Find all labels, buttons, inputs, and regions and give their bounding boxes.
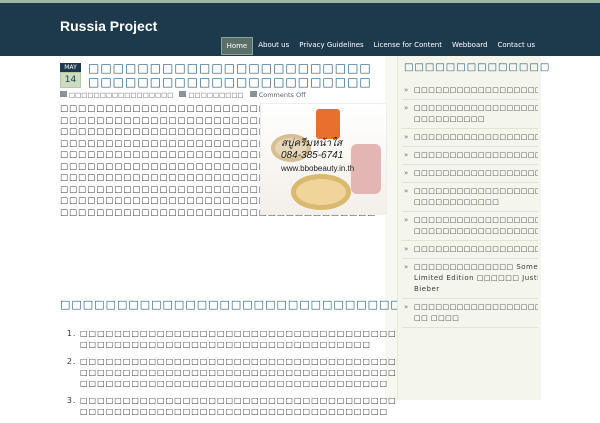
sidebar-item-line: □□ □□□□ xyxy=(414,314,460,322)
author-link[interactable]: □□□□□□□□□□□□□□□□□ xyxy=(69,91,173,99)
post-meta: □□□□□□□□□□□□□□□□□ □□□□□□□□□ Comments Off xyxy=(60,91,385,99)
post-subheading: □□□□□□□□□□□□□□□□□□□□□□□□□□□□□□□□□□□□□□□ xyxy=(60,298,505,311)
list-item-line: □□□□□□□□□□□□□□□□□□□□□□□□□□□□□□□□□□□□ xyxy=(80,407,389,416)
post-content: MAY 14 □□□□□□□□□□□□□□□□□□□□□□□□□□□□□□□□□… xyxy=(60,56,505,416)
sidebar-item-line: □□□□□□□□□□□□□□□□□□□□□□□ xyxy=(414,303,538,311)
folder-icon xyxy=(179,91,187,97)
sidebar-item[interactable]: □□□□□□□□□□□□□□□□□□□□□ xyxy=(402,82,538,100)
list-item-line: □□□□□□□□□□□□□□□□□□□□□□□□□□□□□□□□□□□□□□□□ xyxy=(80,368,397,377)
product-jar-shape xyxy=(291,174,351,210)
product-box-shape xyxy=(316,109,340,139)
sidebar-list: □□□□□□□□□□□□□□□□□□□□□ □□□□□□□□□□□□□□□□□□… xyxy=(402,82,538,328)
post-date-month: MAY xyxy=(60,63,81,72)
sidebar-item[interactable]: □□□□□□□□□□□□□□□□□□□□□□□ xyxy=(402,129,538,147)
comments-status: Comments Off xyxy=(258,91,306,99)
list-item: □□□□□□□□□□□□□□□□□□□□□□□□□□□□□□□□□□□□□□□□… xyxy=(80,356,397,389)
list-item-line: □□□□□□□□□□□□□□□□□□□□□□□□□□□□□□□□□□□□□□□□ xyxy=(80,329,397,338)
sidebar-item-line: Limited Edition □□□□□□ Justin xyxy=(414,274,538,282)
user-icon xyxy=(60,91,67,97)
product-ad-image[interactable]: สบู่ครีมหน้าใส 084-385-6741 www.bbobeaut… xyxy=(260,103,387,215)
category-link[interactable]: □□□□□□□□□ xyxy=(188,91,243,99)
sidebar-item-line: □□□□□□□□□□ xyxy=(414,115,486,123)
list-item-line: □□□□□□□□□□□□□□□□□□□□□□□□□□□□□□□□□□□□□□□□ xyxy=(80,357,397,366)
sidebar-item-line: □□□□□□□□□□□□□□□□□□□□□□□ xyxy=(414,133,538,141)
nav-about-us[interactable]: About us xyxy=(253,37,294,55)
site-header: Russia Project Home About us Privacy Gui… xyxy=(0,3,600,56)
sidebar-title: □□□□□□□□□□□□□□ xyxy=(404,62,551,73)
author-meta: □□□□□□□□□□□□□□□□□ xyxy=(60,91,173,99)
sidebar-item-line: □□□□□□□□□□□□□□□□□□□□□□ xyxy=(414,104,538,112)
site-title[interactable]: Russia Project xyxy=(60,18,157,34)
sidebar-item[interactable]: □□□□□□□□□□□□□□ Someday Limited Edition □… xyxy=(402,259,538,299)
sidebar-item[interactable]: □□□□□□□□□□□□□□□□□□□□ □□□□□□ xyxy=(402,165,538,183)
sidebar-item-line: □□□□□□□□□□□□□□□□□□□□□□□□□ xyxy=(414,187,538,195)
post-date-day: 14 xyxy=(60,72,81,88)
sidebar-item-line: □□□□□□□□□□□□□□□□□□□□□□□□□ xyxy=(414,151,538,159)
sidebar-item-line: □□□□□□□□□□□□□□□□□□□□ □□□□□□ xyxy=(414,169,538,177)
list-item: □□□□□□□□□□□□□□□□□□□□□□□□□□□□□□□□□□□□□□□ … xyxy=(80,395,397,417)
sidebar-item[interactable]: □□□□□□□□□□□□□□□□□□□□□□□? xyxy=(402,241,538,259)
post-title[interactable]: □□□□□□□□□□□□□□□□□□□□□□□□□□□□□□□□□□□□□□□□… xyxy=(88,61,383,89)
sidebar-item-line: Bieber xyxy=(414,285,440,293)
comment-icon xyxy=(249,91,257,97)
ad-text-line: www.bbobeauty.in.th xyxy=(281,164,355,173)
sidebar-item-line: □□□□□□□□□□□□□□ Someday xyxy=(414,263,538,271)
product-bottle-shape xyxy=(351,144,381,194)
main-nav: Home About us Privacy Guidelines License… xyxy=(220,37,540,55)
sidebar-item-line: □□□□□□□□□□□□ xyxy=(414,198,500,206)
sidebar-item[interactable]: □□□□□□□□□□□□□□□□□□□□□□□□□ □□□□□□□□□□□□ xyxy=(402,183,538,212)
comments-meta: Comments Off xyxy=(249,91,306,99)
sidebar-item-line: □□□□□□□□□□□□□□□□□□□□□□□ xyxy=(414,227,538,235)
sidebar-item[interactable]: □□□□□□□□□□□□□□□□□□□□□□ □□□□□□□□□□ xyxy=(402,100,538,129)
sidebar-item[interactable]: □□□□□□□□□□□□□□□□□□□□□□□□□ xyxy=(402,147,538,165)
page-container: MAY 14 □□□□□□□□□□□□□□□□□□□□□□□□□□□□□□□□□… xyxy=(60,56,551,416)
list-item-line: □□□□□□□□□□□□□□□□□□□□□□□□□□□□□□□□□□ xyxy=(80,340,371,349)
nav-privacy-guidelines[interactable]: Privacy Guidelines xyxy=(294,37,368,55)
nav-license-for-content[interactable]: License for Content xyxy=(369,37,447,55)
nav-webboard[interactable]: Webboard xyxy=(447,37,492,55)
list-item: □□□□□□□□□□□□□□□□□□□□□□□□□□□□□□□□□□□□□□□□… xyxy=(80,328,397,350)
nav-home[interactable]: Home xyxy=(220,37,254,55)
post-ordered-list: □□□□□□□□□□□□□□□□□□□□□□□□□□□□□□□□□□□□□□□□… xyxy=(68,328,397,423)
list-item-line: □□□□□□□□□□□□□□□□□□□□□□□□□□□□□□□□□□□□ xyxy=(80,379,389,388)
ad-text-line: สบู่ครีมหน้าใส xyxy=(281,138,343,149)
sidebar: □□□□□□□□□□□□□□ □□□□□□□□□□□□□□□□□□□□□ □□□… xyxy=(397,56,551,400)
sidebar-item[interactable]: □□□□□□□□□□□□□□□□□□□□□□□ □□ □□□□ xyxy=(402,299,538,328)
nav-contact-us[interactable]: Contact us xyxy=(492,37,540,55)
ad-text-line: 084-385-6741 xyxy=(281,150,344,161)
sidebar-item-line: □□□□□□□□□□□□□□□□□□□□□□□? xyxy=(414,245,538,253)
sidebar-item[interactable]: □□□□□□□□□□□□□□□□□□□□□□□□ □□□□□□□□□□□□□□□… xyxy=(402,212,538,241)
post-date: MAY 14 xyxy=(60,63,81,88)
sidebar-item-line: □□□□□□□□□□□□□□□□□□□□□□□□ xyxy=(414,216,538,224)
sidebar-item-line: □□□□□□□□□□□□□□□□□□□□□ xyxy=(414,86,538,94)
list-item-line: □□□□□□□□□□□□□□□□□□□□□□□□□□□□□□□□□□□□□□□ xyxy=(80,396,397,405)
category-meta: □□□□□□□□□ xyxy=(179,91,244,99)
